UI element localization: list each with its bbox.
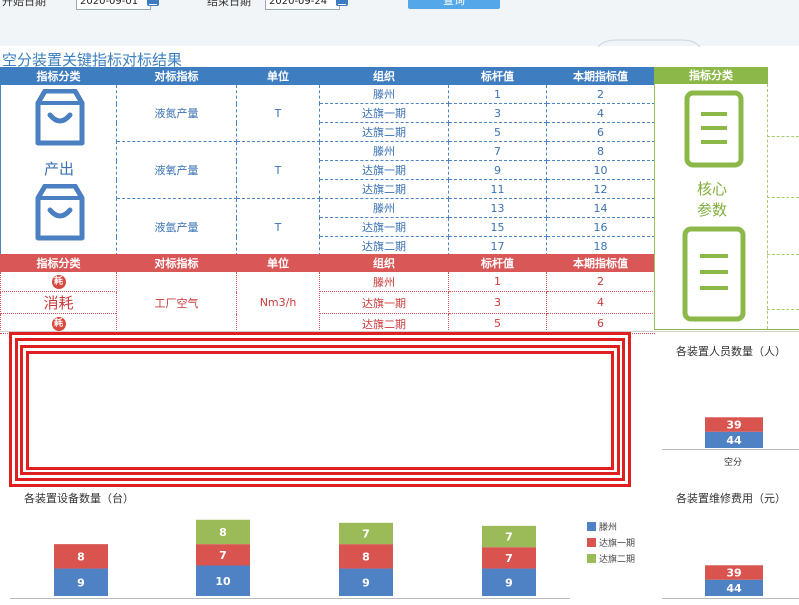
equipment-data-label: 8 — [77, 550, 85, 563]
maintenance-data-label: 44 — [726, 582, 742, 595]
equipment-data-label: 8 — [219, 526, 227, 539]
maintenance-data-label: 39 — [726, 567, 741, 580]
equipment-data-label: 9 — [362, 576, 370, 589]
equipment-data-label: 7 — [505, 552, 513, 565]
equipment-data-label: 7 — [505, 531, 513, 544]
bar-charts-layer: 9 8 10 7 8 9 8 7 9 7 7 44 39 44 39 — [54, 417, 763, 596]
equipment-data-label: 9 — [77, 576, 85, 589]
equipment-data-label: 10 — [215, 575, 231, 588]
equipment-data-label: 8 — [362, 550, 370, 563]
personnel-data-label: 39 — [726, 419, 741, 432]
equipment-data-label: 7 — [362, 527, 370, 540]
equipment-data-label: 7 — [219, 549, 227, 562]
equipment-data-label: 9 — [505, 576, 513, 589]
personnel-data-label: 44 — [726, 434, 742, 447]
